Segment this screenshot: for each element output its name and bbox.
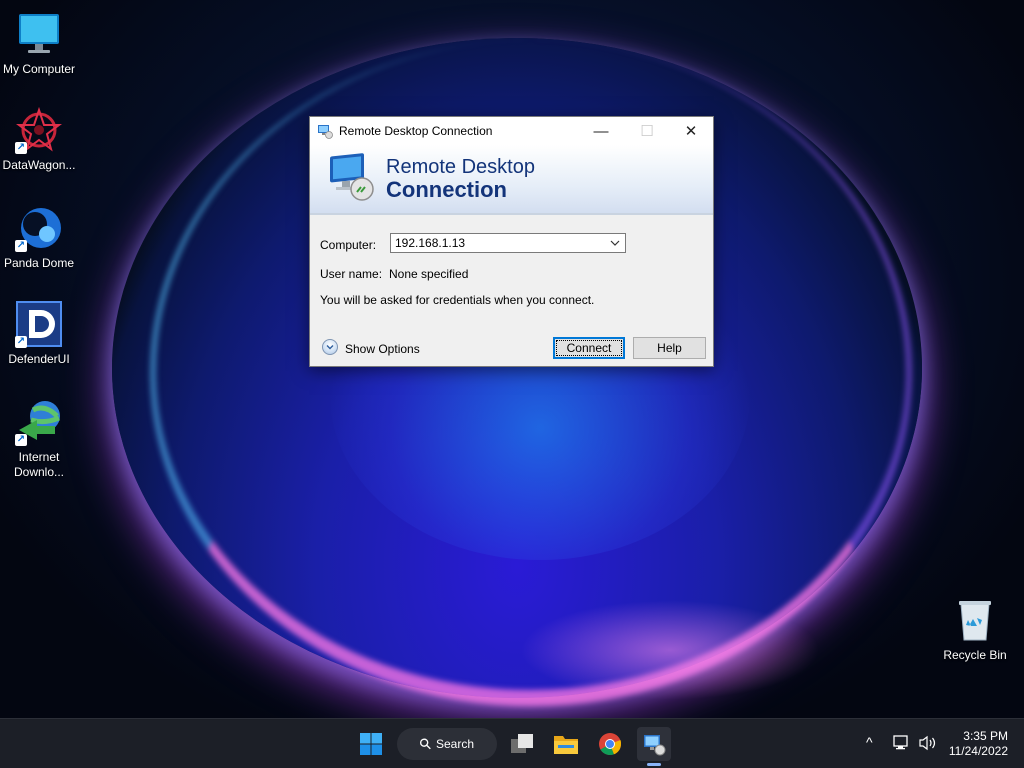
remote-desktop-icon xyxy=(317,123,333,139)
desktop-icon-panda-dome[interactable]: ↗ Panda Dome xyxy=(1,204,77,271)
remote-desktop-dialog: Remote Desktop Connection — ☐ ✕ Remote D… xyxy=(309,116,714,367)
start-button[interactable] xyxy=(354,727,388,761)
username-label: User name: xyxy=(320,267,383,281)
username-value: None specified xyxy=(389,267,469,281)
desktop-icon-label: My Computer xyxy=(2,62,76,76)
clock-time: 3:35 PM xyxy=(963,729,1008,743)
taskbar: ⚲ Search ^ 3:35 PM 11/24/2022 xyxy=(0,718,1024,768)
remote-desktop-taskbar-button[interactable] xyxy=(637,727,671,761)
recycle-bin-icon xyxy=(951,596,999,644)
windows-logo-icon xyxy=(360,733,382,755)
task-view-icon xyxy=(511,734,533,753)
maximize-button[interactable]: ☐ xyxy=(624,117,670,145)
banner-title-line1: Remote Desktop xyxy=(386,156,535,178)
search-icon: ⚲ xyxy=(415,734,436,755)
desktop-icon-recycle-bin[interactable]: Recycle Bin xyxy=(937,596,1013,663)
clock-date: 11/24/2022 xyxy=(948,744,1008,758)
minimize-button[interactable]: — xyxy=(578,117,624,145)
search-label: Search xyxy=(435,737,475,751)
chrome-icon xyxy=(599,733,622,756)
file-explorer-button[interactable] xyxy=(549,727,583,761)
desktop-icon-label: DataWagon... xyxy=(2,158,76,172)
banner-title-line2: Connection xyxy=(386,177,507,202)
dialog-titlebar[interactable]: Remote Desktop Connection — ☐ ✕ xyxy=(310,117,713,145)
close-button[interactable]: ✕ xyxy=(668,117,714,145)
folder-icon xyxy=(554,736,578,754)
computer-label: Computer: xyxy=(320,238,377,252)
wallpaper-bloom-flare xyxy=(520,600,820,700)
shortcut-arrow-icon: ↗ xyxy=(15,336,27,348)
network-icon[interactable] xyxy=(893,735,911,751)
shortcut-arrow-icon: ↗ xyxy=(15,142,27,154)
show-options-button[interactable]: Show Options xyxy=(345,342,420,356)
task-view-button[interactable] xyxy=(505,727,539,761)
shortcut-arrow-icon: ↗ xyxy=(15,240,27,252)
desktop-icon-internet-download-manager[interactable]: ↗ Internet Downlo... xyxy=(1,398,77,480)
help-button[interactable]: Help xyxy=(633,337,706,359)
computer-value: 192.168.1.13 xyxy=(395,236,466,250)
desktop-icon-datawagon[interactable]: ↗ DataWagon... xyxy=(1,106,77,173)
internet-download-manager-icon: ↗ xyxy=(15,398,63,446)
dialog-banner: Remote Desktop Connection xyxy=(310,145,713,215)
remote-desktop-logo-icon xyxy=(326,153,376,203)
volume-icon[interactable] xyxy=(918,735,938,751)
desktop-icon-label: Recycle Bin xyxy=(943,648,1007,662)
defenderui-icon: ↗ xyxy=(15,300,63,348)
desktop-icon-defenderui[interactable]: ↗ DefenderUI xyxy=(1,300,77,367)
desktop-icon-label: Panda Dome xyxy=(3,256,75,270)
expand-options-icon[interactable] xyxy=(322,339,338,355)
connect-button[interactable]: Connect xyxy=(553,337,625,359)
computer-combobox[interactable]: 192.168.1.13 xyxy=(390,233,626,253)
desktop-icon-label: Internet Downlo... xyxy=(13,450,65,479)
chevron-down-icon[interactable] xyxy=(608,234,622,252)
shortcut-arrow-icon: ↗ xyxy=(15,434,27,446)
active-app-indicator xyxy=(647,763,661,766)
chrome-button[interactable] xyxy=(593,727,627,761)
taskbar-search-button[interactable]: ⚲ Search xyxy=(397,728,497,760)
remote-desktop-icon xyxy=(644,735,666,756)
taskbar-clock[interactable]: 3:35 PM 11/24/2022 xyxy=(949,729,1008,759)
desktop-icon-label: DefenderUI xyxy=(8,352,70,366)
panda-dome-icon: ↗ xyxy=(15,204,63,252)
tray-overflow-chevron-icon[interactable]: ^ xyxy=(866,734,873,750)
dialog-title: Remote Desktop Connection xyxy=(339,124,493,138)
datawagon-icon: ↗ xyxy=(15,106,63,154)
monitor-icon xyxy=(15,10,63,58)
desktop-icon-my-computer[interactable]: My Computer xyxy=(1,10,77,77)
credentials-info-text: You will be asked for credentials when y… xyxy=(320,293,595,307)
